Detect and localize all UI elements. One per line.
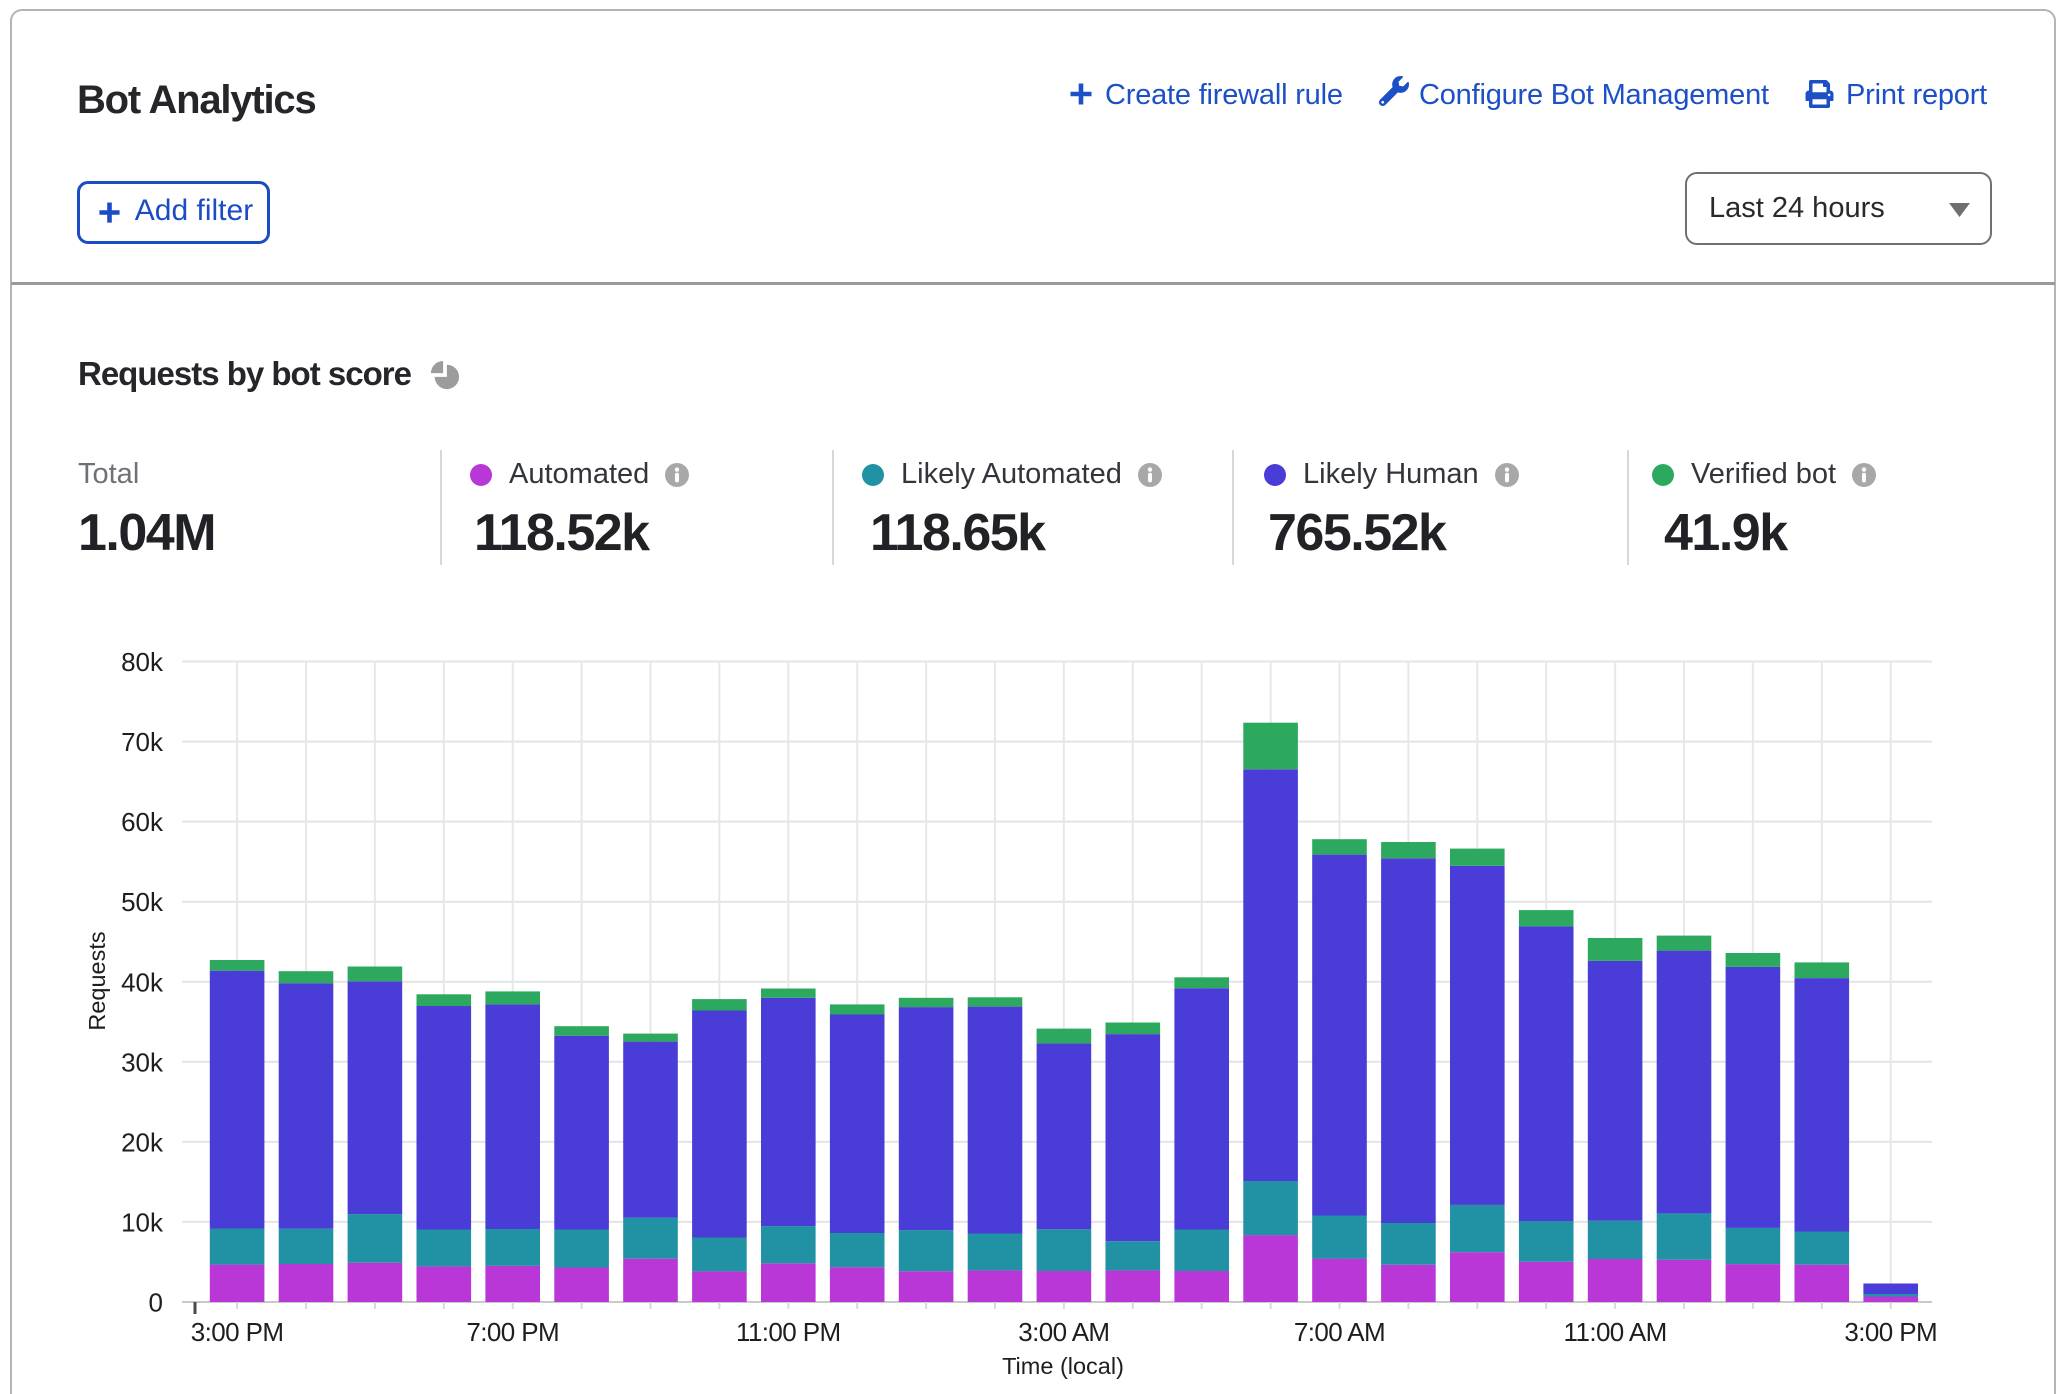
svg-text:40k: 40k	[121, 967, 164, 997]
svg-text:20k: 20k	[121, 1127, 164, 1157]
svg-text:30k: 30k	[121, 1047, 164, 1077]
svg-text:7:00 AM: 7:00 AM	[1294, 1317, 1385, 1347]
svg-text:3:00 AM: 3:00 AM	[1018, 1317, 1109, 1347]
svg-text:60k: 60k	[121, 807, 164, 837]
svg-text:50k: 50k	[121, 887, 164, 917]
svg-text:3:00 PM: 3:00 PM	[1844, 1317, 1937, 1347]
svg-text:11:00 AM: 11:00 AM	[1564, 1317, 1667, 1347]
svg-text:0: 0	[149, 1288, 163, 1318]
svg-text:7:00 PM: 7:00 PM	[466, 1317, 559, 1347]
svg-text:11:00 PM: 11:00 PM	[736, 1317, 841, 1347]
svg-text:Time (local): Time (local)	[1002, 1353, 1124, 1379]
svg-text:Requests: Requests	[84, 931, 110, 1030]
svg-text:10k: 10k	[121, 1207, 164, 1237]
svg-text:3:00 PM: 3:00 PM	[191, 1317, 284, 1347]
svg-text:70k: 70k	[121, 727, 164, 757]
svg-text:80k: 80k	[121, 647, 164, 677]
